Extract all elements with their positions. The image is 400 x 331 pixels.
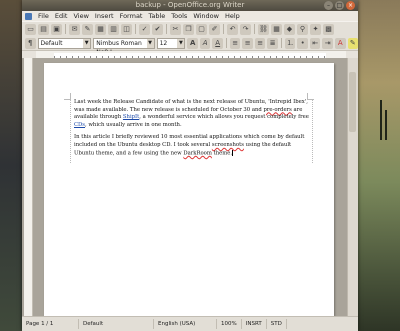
pdf-icon[interactable]: ▦ <box>95 23 106 35</box>
paintbrush-icon[interactable]: ✐ <box>209 23 220 35</box>
toolbar-separator <box>225 38 227 48</box>
desktop-background-left <box>0 0 22 331</box>
font-color-icon[interactable]: A <box>334 37 346 49</box>
text-run: , a wonderful service which allows you r… <box>139 114 309 121</box>
table-icon[interactable]: ▦ <box>271 23 282 35</box>
menu-view[interactable]: View <box>73 12 88 20</box>
document-page[interactable]: Last week the Release Candidate of what … <box>44 63 334 316</box>
toolbar-separator <box>65 24 66 34</box>
new-icon[interactable]: ▭ <box>25 23 36 35</box>
tree-silhouette <box>380 100 382 140</box>
save-icon[interactable]: ▣ <box>51 23 62 35</box>
maximize-button[interactable]: □ <box>335 1 344 10</box>
justify-icon[interactable]: ≣ <box>267 37 278 49</box>
find-icon[interactable]: ⚲ <box>297 23 308 35</box>
status-style[interactable]: Default <box>79 319 154 329</box>
scrollbar-thumb[interactable] <box>349 72 356 132</box>
paragraph-1[interactable]: Last week the Release Candidate of what … <box>74 99 312 129</box>
font-name-select[interactable]: Nimbus Roman No9 L ▼ <box>93 37 155 56</box>
redo-icon[interactable]: ↷ <box>240 23 251 35</box>
decrease-indent-icon[interactable]: ⇤ <box>309 37 321 49</box>
window-title: backup - OpenOffice.org Writer <box>135 1 245 9</box>
align-center-icon[interactable]: ≡ <box>242 37 253 49</box>
document-icon <box>25 12 32 20</box>
edit-icon[interactable]: ✎ <box>82 23 93 35</box>
status-page: Page 1 / 1 <box>22 319 79 329</box>
chevron-down-icon[interactable]: ▼ <box>83 38 91 48</box>
window-controls: – □ × <box>324 1 355 10</box>
misspelled-word[interactable]: DarkRoom <box>183 150 212 156</box>
hyperlink-cds[interactable]: CDs <box>74 122 85 128</box>
numbering-icon[interactable]: ⒈ <box>284 37 296 49</box>
vertical-scrollbar[interactable] <box>347 58 358 316</box>
print-icon[interactable]: ▥ <box>108 23 119 35</box>
text-run: theme. <box>211 150 233 157</box>
copy-icon[interactable]: ❐ <box>183 23 194 35</box>
toolbar-separator <box>280 38 282 48</box>
toolbar-separator <box>135 24 136 34</box>
font-size-select[interactable]: 12 ▼ <box>156 37 186 49</box>
draw-icon[interactable]: ◆ <box>284 23 295 35</box>
text-run: , which usually arrive in one month. <box>85 121 182 128</box>
vertical-ruler[interactable] <box>24 58 33 316</box>
align-right-icon[interactable]: ≡ <box>254 37 266 49</box>
menu-window[interactable]: Window <box>193 12 219 20</box>
hyperlink-shipit[interactable]: ShipIt <box>123 114 139 120</box>
styles-icon[interactable]: ¶ <box>25 37 36 49</box>
writer-window: backup - OpenOffice.org Writer – □ × Fil… <box>22 0 359 331</box>
status-insert-mode[interactable]: INSRT <box>242 319 267 329</box>
autospell-icon[interactable]: ✔ <box>152 23 163 35</box>
text-cursor <box>232 149 234 156</box>
spellcheck-icon[interactable]: ✓ <box>139 23 150 35</box>
misspelled-word[interactable]: pre-orders <box>263 107 291 113</box>
tree-silhouette <box>385 110 387 140</box>
document-body[interactable]: Last week the Release Candidate of what … <box>70 99 313 163</box>
font-size-value: 12 <box>159 39 168 47</box>
paragraph-style-value: Default <box>40 39 63 47</box>
chevron-down-icon[interactable]: ▼ <box>177 38 185 48</box>
titlebar[interactable]: backup - OpenOffice.org Writer – □ × <box>22 0 358 11</box>
undo-icon[interactable]: ↶ <box>227 23 238 35</box>
navigator-icon[interactable]: ✦ <box>310 23 321 35</box>
menu-file[interactable]: File <box>38 12 49 20</box>
status-language[interactable]: English (USA) <box>154 319 217 329</box>
close-button[interactable]: × <box>346 1 355 10</box>
paragraph-2[interactable]: In this article I briefly reviewed 10 mo… <box>74 134 312 157</box>
highlight-icon[interactable]: ✎ <box>347 37 359 49</box>
bullets-icon[interactable]: • <box>297 37 308 49</box>
bold-icon[interactable]: A <box>187 37 198 49</box>
document-workspace: Last week the Release Candidate of what … <box>22 58 358 316</box>
formatting-toolbar: ¶ Default ▼ Nimbus Roman No9 L ▼ 12 ▼ A … <box>22 36 359 56</box>
align-left-icon[interactable]: ≡ <box>229 37 241 49</box>
email-icon[interactable]: ✉ <box>69 23 80 35</box>
menu-insert[interactable]: Insert <box>95 12 114 20</box>
statusbar: Page 1 / 1 Default English (USA) 100% IN… <box>22 316 358 331</box>
menu-format[interactable]: Format <box>120 12 143 20</box>
open-icon[interactable]: ▤ <box>38 23 49 35</box>
underline-icon[interactable]: A <box>212 37 223 49</box>
desktop-background-right <box>358 0 400 331</box>
paste-icon[interactable]: ▢ <box>196 23 207 35</box>
italic-icon[interactable]: A <box>199 37 211 49</box>
status-selection-mode[interactable]: STD <box>267 319 287 329</box>
gallery-icon[interactable]: ▩ <box>323 23 334 35</box>
preview-icon[interactable]: ◫ <box>121 23 132 35</box>
standard-toolbar: ▭ ▤ ▣ ✉ ✎ ▦ ▥ ◫ ✓ ✔ ✂ ❐ ▢ ✐ ↶ ↷ ⛓ ▦ ◆ ⚲ … <box>22 21 358 36</box>
paragraph-style-select[interactable]: Default ▼ <box>37 37 92 49</box>
toolbar-separator <box>254 24 255 34</box>
menu-tools[interactable]: Tools <box>171 12 187 20</box>
menubar: File Edit View Insert Format Table Tools… <box>22 11 358 21</box>
menu-edit[interactable]: Edit <box>55 12 68 20</box>
menu-table[interactable]: Table <box>148 12 165 20</box>
hyperlink-icon[interactable]: ⛓ <box>258 23 269 35</box>
toolbar-separator <box>223 24 224 34</box>
minimize-button[interactable]: – <box>324 1 333 10</box>
toolbar-separator <box>166 24 167 34</box>
status-zoom[interactable]: 100% <box>217 319 242 329</box>
chevron-down-icon[interactable]: ▼ <box>146 38 154 48</box>
increase-indent-icon[interactable]: ⇥ <box>322 37 333 49</box>
cut-icon[interactable]: ✂ <box>170 23 181 35</box>
misspelled-word[interactable]: screenshots <box>212 142 244 148</box>
menu-help[interactable]: Help <box>225 12 240 20</box>
